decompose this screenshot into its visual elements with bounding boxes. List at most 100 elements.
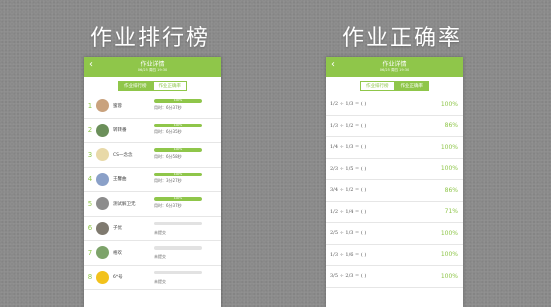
progress-bar [154,246,202,250]
accuracy-percent: 100% [440,100,458,108]
progress: 100% 用时：6分35秒 [154,123,202,136]
accuracy-row[interactable]: 1/3 ÷ 1/2 = ( ) 86% [326,116,463,137]
question-text: 1/2 ÷ 1/3 = ( ) [330,101,367,108]
phone-header: ‹ 作业详情 06/25 周四 19:30 [84,57,221,77]
student-name: 测试解卫无 [113,201,136,207]
accuracy-row[interactable]: 3/5 ÷ 2/3 = ( ) 100% [326,266,463,288]
student-name: 格欢 [113,250,122,256]
question-text: 1/3 ÷ 1/2 = ( ) [330,122,367,129]
progress: 100% 用时：6分58秒 [154,148,202,160]
question-text: 2/5 ÷ 1/3 = ( ) [330,230,367,237]
rank-number: 5 [87,199,93,208]
leaderboard-phone: ‹ 作业详情 06/25 周四 19:30 作业排行榜 作业正确率 1 蜜蓉 1… [84,57,221,307]
tab-bar: 作业排行榜 作业正确率 [84,81,221,91]
leaderboard-row[interactable]: 2 转转番 100% 用时：6分35秒 [84,119,221,143]
accuracy-percent: 100% [440,143,458,151]
question-text: 1/3 ÷ 1/6 = ( ) [330,251,367,258]
time-used: 用时：6分37秒 [154,202,182,208]
header-title: 作业详情 [140,61,165,68]
progress-label: 100% [173,99,183,102]
leaderboard-row[interactable]: 7 格欢 未提交 [84,241,221,266]
progress [154,246,202,250]
student-name: CS一念念 [113,152,133,158]
avatar [96,99,109,113]
progress-label: 100% [173,197,183,200]
progress: 100% 用时：6分37秒 [154,99,202,111]
tab-accuracy[interactable]: 作业正确率 [152,81,187,91]
leaderboard-list: 1 蜜蓉 100% 用时：6分37秒 2 转转番 100% 用时：6分35秒 3… [84,94,221,290]
accuracy-percent: 86% [444,186,458,194]
header-subtitle: 06/25 周四 19:30 [379,68,410,72]
student-name: 王馨曲 [113,177,127,183]
time-used: 用时：6分35秒 [154,129,182,134]
accuracy-percent: 100% [440,229,458,237]
progress-label: 100% [173,172,183,176]
question-text: 1/2 ÷ 1/4 = ( ) [330,208,367,215]
time-used: 用时：6分37秒 [154,104,182,110]
avatar [96,221,109,235]
status-text: 未提交 [154,278,166,284]
progress-label: 100% [173,123,183,127]
accuracy-percent: 71% [444,208,458,216]
student-name: 子优 [113,226,122,232]
leaderboard-row[interactable]: 6 子优 未提交 [84,217,221,241]
question-text: 3/5 ÷ 2/3 = ( ) [330,273,367,280]
accuracy-percent: 86% [444,122,458,130]
student-name: 转转番 [113,128,127,134]
header-title: 作业详情 [382,61,407,68]
progress [154,270,202,274]
accuracy-row[interactable]: 1/2 ÷ 1/4 = ( ) 71% [326,202,463,223]
tab-accuracy[interactable]: 作业正确率 [394,81,429,91]
accuracy-row[interactable]: 2/3 ÷ 1/5 = ( ) 100% [326,159,463,180]
accuracy-row[interactable]: 2/5 ÷ 1/3 = ( ) 100% [326,223,463,245]
accuracy-row[interactable]: 1/2 ÷ 1/3 = ( ) 100% [326,94,463,116]
student-name: 6*号 [113,275,123,281]
leaderboard-row[interactable]: 3 CS一念念 100% 用时：6分58秒 [84,143,221,168]
progress-bar: 100% [154,172,202,176]
leaderboard-heading: 作业排行榜 [90,26,211,51]
student-name: 蜜蓉 [113,103,122,109]
header-subtitle: 06/25 周四 19:30 [137,68,168,72]
avatar [96,148,109,162]
rank-number: 4 [87,175,93,184]
progress-bar: 100% [154,99,202,103]
leaderboard-row[interactable]: 5 测试解卫无 100% 用时：6分37秒 [84,192,221,217]
progress-bar [154,270,202,274]
accuracy-percent: 100% [440,165,458,173]
leaderboard-row[interactable]: 4 王馨曲 100% 用时：3分27秒 [84,168,221,192]
accuracy-row[interactable]: 1/4 ÷ 1/3 = ( ) 100% [326,137,463,159]
tab-bar: 作业排行榜 作业正确率 [326,81,463,91]
accuracy-phone: ‹ 作业详情 06/25 周四 19:30 作业排行榜 作业正确率 1/2 ÷ … [326,57,463,307]
tab-leaderboard[interactable]: 作业排行榜 [118,81,153,91]
progress-bar: 100% [154,197,202,201]
question-text: 1/4 ÷ 1/3 = ( ) [330,144,367,151]
tab-leaderboard[interactable]: 作业排行榜 [360,81,395,91]
status-text: 未提交 [154,254,166,259]
rank-number: 3 [87,150,93,159]
avatar [96,197,109,211]
phone-header: ‹ 作业详情 06/25 周四 19:30 [326,57,463,77]
leaderboard-row[interactable]: 8 6*号 未提交 [84,266,221,290]
accuracy-row[interactable]: 3/4 ÷ 1/2 = ( ) 86% [326,180,463,202]
accuracy-row[interactable]: 1/3 ÷ 1/6 = ( ) 100% [326,245,463,266]
progress-bar: 100% [154,148,202,152]
rank-number: 6 [87,224,93,233]
rank-number: 2 [87,126,93,135]
progress [154,221,202,225]
leaderboard-row[interactable]: 1 蜜蓉 100% 用时：6分37秒 [84,94,221,119]
rank-number: 8 [87,273,93,282]
accuracy-heading: 作业正确率 [342,26,463,51]
avatar [96,172,109,186]
question-text: 3/4 ÷ 1/2 = ( ) [330,187,367,194]
accuracy-list: 1/2 ÷ 1/3 = ( ) 100% 1/3 ÷ 1/2 = ( ) 86%… [326,94,463,288]
progress-bar [154,221,202,225]
avatar [96,246,109,260]
time-used: 用时：3分27秒 [154,178,182,183]
avatar [96,123,109,137]
status-text: 未提交 [154,229,166,235]
accuracy-percent: 100% [440,272,458,280]
rank-number: 7 [87,248,93,257]
time-used: 用时：6分58秒 [154,153,182,159]
accuracy-percent: 100% [440,251,458,259]
question-text: 2/3 ÷ 1/5 = ( ) [330,165,367,172]
